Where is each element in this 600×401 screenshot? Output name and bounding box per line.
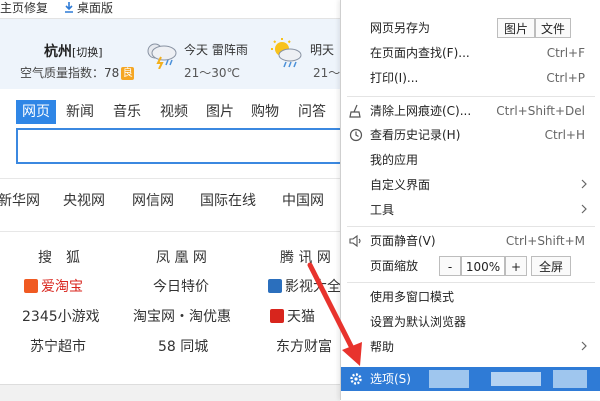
tab-news[interactable]: 新闻: [66, 100, 94, 124]
link-58[interactable]: 58 同城: [158, 336, 208, 356]
menu-find[interactable]: 在页面内查找(F)... Ctrl+F: [341, 41, 600, 65]
menu-label: 工具: [370, 203, 395, 217]
menu-label: 清除上网痕迹(C)...: [370, 104, 472, 118]
menu-label: 帮助: [370, 340, 395, 354]
desktop-version-link[interactable]: 桌面版: [77, 0, 113, 16]
menu-label: 网页另存为: [370, 21, 431, 35]
status-bar: [0, 384, 340, 401]
chevron-right-icon: [581, 179, 587, 189]
save-as-image-button[interactable]: 图片: [497, 18, 535, 38]
site-nav-row: 新华网 央视网 网信网 国际在线 中国网: [0, 190, 340, 220]
menu-divider: [347, 226, 595, 227]
menu-divider: [347, 282, 595, 283]
tab-shopping[interactable]: 购物: [251, 100, 279, 124]
menu-print[interactable]: 打印(I)... Ctrl+P: [341, 66, 600, 90]
menu-label: 页面静音(V): [370, 234, 436, 248]
city-switch-link[interactable]: [切换]: [72, 46, 103, 59]
today-weather: 今天 雷阵雨: [184, 43, 248, 57]
download-icon: [65, 2, 73, 13]
chevron-right-icon: [581, 204, 587, 214]
tomorrow-weather: 明天: [310, 43, 335, 57]
zoom-in-button[interactable]: +: [505, 256, 527, 276]
broom-icon: [349, 104, 361, 118]
tab-image[interactable]: 图片: [206, 100, 234, 124]
menu-label: 在页面内查找(F)...: [370, 46, 470, 60]
menu-options[interactable]: 选项(S): [341, 367, 600, 391]
zoom-out-button[interactable]: -: [439, 256, 461, 276]
menu-divider: [347, 96, 595, 97]
tab-video[interactable]: 视频: [160, 100, 188, 124]
tab-music[interactable]: 音乐: [113, 100, 141, 124]
link-taobao-discount[interactable]: 淘宝网・淘优惠: [133, 306, 231, 326]
menu-label: 设置为默认浏览器: [370, 315, 467, 329]
site-link[interactable]: 新华网: [0, 190, 40, 210]
link-2345-games[interactable]: 2345小游戏: [22, 306, 100, 326]
link-ifeng[interactable]: 凤 凰 网: [156, 247, 207, 267]
shortcut-label: Ctrl+H: [544, 128, 585, 142]
city-label: 杭州: [44, 44, 72, 60]
chevron-right-icon: [581, 341, 587, 351]
menu-custom-ui[interactable]: 自定义界面: [341, 173, 600, 197]
link-aitaobao[interactable]: 爱淘宝: [24, 276, 83, 296]
fullscreen-button[interactable]: 全屏: [531, 256, 571, 276]
shortcut-label: Ctrl+F: [546, 46, 585, 60]
divider: [0, 178, 340, 179]
gear-icon: [350, 373, 362, 385]
home-fix-link[interactable]: 主页修复: [0, 0, 48, 16]
shortcut-label: Ctrl+Shift+Del: [496, 104, 585, 118]
today-temp: 21～30℃: [184, 66, 241, 80]
sun-rain-icon: [271, 38, 302, 68]
menu-multi-window[interactable]: 使用多窗口模式: [341, 285, 600, 309]
link-daily-deals[interactable]: 今日特价: [153, 276, 209, 296]
divider: [0, 231, 340, 232]
tomorrow-temp: 21～: [313, 66, 341, 80]
site-link[interactable]: 国际在线: [200, 190, 256, 210]
video-icon: [268, 279, 282, 293]
menu-mute[interactable]: 页面静音(V) Ctrl+Shift+M: [341, 229, 600, 253]
speaker-icon: [349, 234, 361, 248]
menu-label: 自定义界面: [370, 178, 431, 192]
menu-clear-traces[interactable]: 清除上网痕迹(C)... Ctrl+Shift+Del: [341, 99, 600, 123]
menu-label: 查看历史记录(H): [370, 128, 461, 142]
zoom-level: 100%: [461, 256, 505, 276]
save-as-file-button[interactable]: 文件: [535, 18, 571, 38]
shortcut-label: Ctrl+P: [546, 71, 585, 85]
tab-web[interactable]: 网页: [16, 100, 56, 124]
air-quality: 空气质量指数：78 良: [20, 64, 135, 81]
menu-history[interactable]: 查看历史记录(H) Ctrl+H: [341, 123, 600, 147]
tmall-icon: [270, 309, 284, 323]
tab-qa[interactable]: 问答: [298, 100, 326, 124]
clock-icon: [349, 128, 363, 142]
aqi-badge: 良: [121, 67, 135, 80]
link-suning[interactable]: 苏宁超市: [30, 336, 86, 356]
search-input[interactable]: [16, 128, 350, 164]
menu-label: 使用多窗口模式: [370, 290, 455, 304]
menu-label: 选项(S): [370, 372, 411, 386]
search-tabs: 网页 新闻 音乐 视频 图片 购物 问答: [16, 100, 336, 126]
shortcut-label: Ctrl+Shift+M: [505, 234, 585, 248]
menu-help[interactable]: 帮助: [341, 335, 600, 359]
taobao-icon: [24, 279, 38, 293]
menu-label: 页面缩放: [370, 259, 419, 273]
thunderstorm-icon: [147, 43, 177, 69]
site-link[interactable]: 央视网: [63, 190, 105, 210]
site-link[interactable]: 中国网: [282, 190, 324, 210]
menu-save-as[interactable]: 网页另存为 图片 文件: [341, 16, 600, 40]
menu-my-apps[interactable]: 我的应用: [341, 148, 600, 172]
menu-label: 打印(I)...: [370, 71, 419, 85]
link-label: 爱淘宝: [41, 279, 83, 295]
menu-label: 我的应用: [370, 153, 419, 167]
blurred-region: [429, 370, 469, 388]
blurred-region: [491, 372, 541, 386]
menu-zoom: 页面缩放 - 100% + 全屏: [341, 254, 600, 278]
menu-default-browser[interactable]: 设置为默认浏览器: [341, 310, 600, 334]
aqi-label: 空气质量指数：78: [20, 66, 120, 80]
blurred-region: [553, 370, 587, 388]
browser-main-menu: 网页另存为 图片 文件 在页面内查找(F)... Ctrl+F 打印(I)...…: [340, 0, 600, 400]
city-name: 杭州[切换]: [44, 41, 103, 61]
link-sohu[interactable]: 搜 狐: [38, 247, 80, 267]
menu-tools[interactable]: 工具: [341, 198, 600, 222]
annotation-arrow: [307, 262, 362, 366]
site-link[interactable]: 网信网: [132, 190, 174, 210]
